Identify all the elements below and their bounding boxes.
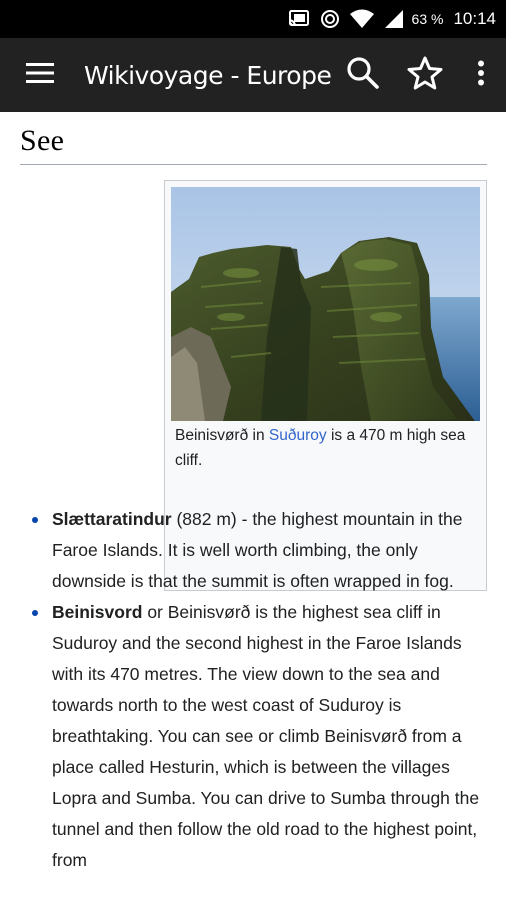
sync-icon <box>320 9 340 29</box>
list-item: Slættaratindur (882 m) - the highest mou… <box>30 504 490 597</box>
wifi-icon <box>349 9 374 29</box>
figure-caption: Beinisvørð in Suðuroy is a 470 m high se… <box>171 421 480 473</box>
search-button[interactable] <box>332 38 394 112</box>
star-icon <box>407 56 443 95</box>
caption-text: Beinisvørð in <box>175 427 269 444</box>
cast-icon <box>288 10 310 28</box>
overflow-menu-button[interactable] <box>456 38 506 112</box>
see-list: Slættaratindur (882 m) - the highest mou… <box>30 504 490 876</box>
bookmark-button[interactable] <box>394 38 456 112</box>
signal-icon <box>384 9 404 29</box>
app-bar: Wikivoyage - Europe <box>0 38 506 112</box>
item-text: or Beinisvørð is the highest sea cliff i… <box>52 602 480 870</box>
battery-level: 63 % <box>411 11 444 27</box>
menu-button[interactable] <box>0 38 80 112</box>
menu-icon <box>26 62 54 89</box>
article-content[interactable]: See Beinisvørð in Suðuroy is a 470 m hig… <box>0 112 506 900</box>
status-bar: 63 % 10:14 <box>0 0 506 38</box>
cliff-photo[interactable] <box>171 187 480 421</box>
search-icon <box>346 56 380 95</box>
app-title: Wikivoyage - Europe <box>84 60 332 90</box>
section-heading: See <box>20 124 487 165</box>
status-time: 10:14 <box>453 9 496 28</box>
more-vert-icon <box>477 60 485 91</box>
item-title: Slættaratindur <box>52 509 172 529</box>
item-title: Beinisvord <box>52 602 143 622</box>
caption-link-suduroy[interactable]: Suðuroy <box>269 427 327 444</box>
list-item: Beinisvord or Beinisvørð is the highest … <box>30 597 490 876</box>
